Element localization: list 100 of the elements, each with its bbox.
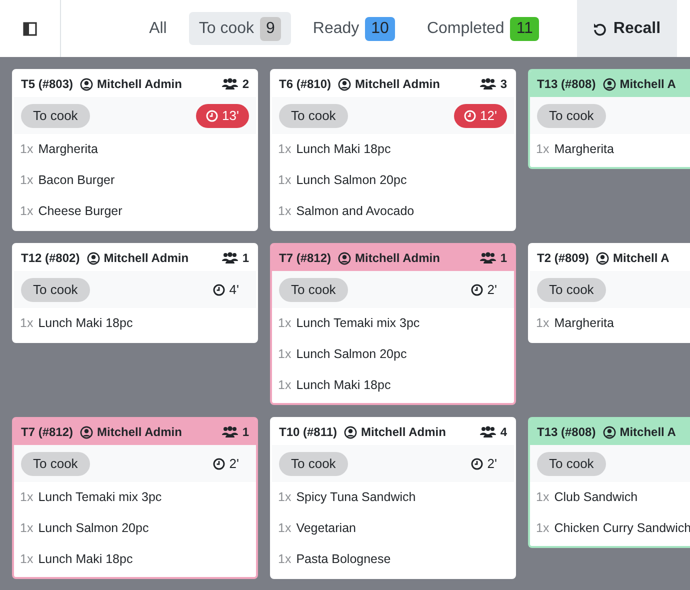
user-icon bbox=[338, 78, 352, 90]
item-quantity: 1x bbox=[278, 520, 292, 538]
item-name[interactable]: Lunch Temaki mix 3pc bbox=[296, 314, 420, 333]
order-card[interactable]: T7 (#812) Mitchell Admin 1 To cook 2' 1x Lunch Temaki mix 3pc 1x Lunch Salmon 20pc 1x Lunch Maki 18pc bbox=[12, 417, 258, 579]
table-label: T6 (#810) bbox=[279, 76, 332, 93]
filter-tab[interactable]: All bbox=[139, 12, 177, 45]
item-name[interactable]: Margherita bbox=[554, 140, 614, 159]
user-icon bbox=[80, 426, 94, 438]
item-quantity: 1x bbox=[536, 315, 550, 332]
elapsed-time: 4' bbox=[203, 278, 249, 302]
clock-icon bbox=[471, 284, 484, 296]
item-name[interactable]: Margherita bbox=[554, 314, 614, 333]
guest-count: 1 bbox=[242, 250, 249, 267]
order-card[interactable]: T13 (#808) Mitchell A To cook 1x Club Sandwich 1x Chicken Curry Sandwich bbox=[528, 417, 690, 548]
item-name[interactable]: Pasta Bolognese bbox=[296, 550, 391, 569]
item-quantity: 1x bbox=[278, 315, 292, 332]
item-quantity: 1x bbox=[20, 520, 34, 538]
status-pill[interactable]: To cook bbox=[21, 452, 90, 476]
order-card[interactable]: T13 (#808) Mitchell A To cook 1x Margherita bbox=[528, 69, 690, 169]
elapsed-time: 2' bbox=[203, 452, 249, 476]
user-icon bbox=[80, 78, 94, 90]
item-quantity: 1x bbox=[536, 489, 550, 506]
item-quantity: 1x bbox=[20, 551, 34, 568]
status-pill[interactable]: To cook bbox=[21, 104, 90, 128]
item-name[interactable]: Spicy Tuna Sandwich bbox=[296, 488, 416, 507]
sidebar-toggle-icon[interactable] bbox=[23, 22, 37, 36]
user-icon bbox=[86, 252, 100, 264]
item-name[interactable]: Bacon Burger bbox=[38, 171, 115, 190]
order-card[interactable]: T10 (#811) Mitchell Admin 4 To cook 2' 1x Spicy Tuna Sandwich 1x Vegetarian 1x Pasta Bolognese bbox=[270, 417, 516, 579]
item-name[interactable]: Cheese Burger bbox=[38, 202, 122, 221]
item-name[interactable]: Lunch Salmon 20pc bbox=[296, 345, 407, 364]
clock-icon bbox=[471, 458, 484, 470]
waiter-name: Mitchell Admin bbox=[104, 250, 189, 267]
item-name[interactable]: Club Sandwich bbox=[554, 488, 638, 507]
guest-count: 1 bbox=[500, 250, 507, 267]
recall-button[interactable]: Recall bbox=[577, 0, 677, 57]
table-label: T13 (#808) bbox=[537, 424, 596, 441]
order-card[interactable]: T7 (#812) Mitchell Admin 1 To cook 2' 1x Lunch Temaki mix 3pc 1x Lunch Salmon 20pc 1x Lunch Maki 18pc bbox=[270, 243, 516, 405]
waiter-name: Mitchell Admin bbox=[355, 250, 440, 267]
table-label: T2 (#809) bbox=[537, 250, 590, 267]
guest-count: 3 bbox=[500, 76, 507, 93]
elapsed-time: 2' bbox=[461, 278, 507, 302]
order-card[interactable]: T12 (#802) Mitchell Admin 1 To cook 4' 1x Lunch Maki 18pc bbox=[12, 243, 258, 343]
people-icon bbox=[480, 78, 496, 90]
guest-count: 2 bbox=[242, 76, 249, 93]
item-name[interactable]: Lunch Temaki mix 3pc bbox=[38, 488, 162, 507]
table-label: T7 (#812) bbox=[279, 250, 332, 267]
status-pill[interactable]: To cook bbox=[279, 104, 348, 128]
order-card[interactable]: T6 (#810) Mitchell Admin 3 To cook 12' 1x Lunch Maki 18pc 1x Lunch Salmon 20pc 1x Salmon and Avocado bbox=[270, 69, 516, 231]
elapsed-time: 2' bbox=[461, 452, 507, 476]
waiter-name: Mitchell Admin bbox=[97, 424, 182, 441]
clock-icon bbox=[464, 110, 476, 122]
status-pill[interactable]: To cook bbox=[537, 452, 606, 476]
item-name[interactable]: Lunch Salmon 20pc bbox=[38, 519, 149, 538]
timer-badge: 13' bbox=[196, 104, 249, 128]
count-badge: 10 bbox=[365, 16, 395, 40]
waiter-name: Mitchell Admin bbox=[355, 76, 440, 93]
people-icon bbox=[222, 426, 238, 438]
item-name[interactable]: Margherita bbox=[38, 140, 98, 159]
item-quantity: 1x bbox=[278, 489, 292, 506]
count-badge: 11 bbox=[510, 16, 539, 40]
filter-tab[interactable]: Completed 11 bbox=[416, 12, 549, 45]
item-name[interactable]: Lunch Salmon 20pc bbox=[296, 171, 407, 190]
filter-tab[interactable]: Ready 10 bbox=[302, 12, 405, 45]
timer-badge: 12' bbox=[454, 104, 507, 128]
user-icon bbox=[596, 252, 610, 264]
status-pill[interactable]: To cook bbox=[537, 104, 606, 128]
waiter-name: Mitchell Admin bbox=[97, 76, 182, 93]
filter-tab[interactable]: To cook 9 bbox=[188, 12, 291, 45]
item-quantity: 1x bbox=[278, 203, 292, 220]
clock-icon bbox=[206, 110, 218, 122]
status-pill[interactable]: To cook bbox=[279, 452, 348, 476]
table-label: T12 (#802) bbox=[21, 250, 80, 267]
item-name[interactable]: Lunch Maki 18pc bbox=[296, 376, 391, 395]
item-name[interactable]: Lunch Maki 18pc bbox=[296, 140, 391, 159]
people-icon bbox=[480, 252, 496, 264]
status-pill[interactable]: To cook bbox=[279, 278, 348, 302]
status-pill[interactable]: To cook bbox=[21, 278, 90, 302]
user-icon bbox=[602, 78, 616, 90]
waiter-name: Mitchell A bbox=[613, 250, 670, 267]
item-quantity: 1x bbox=[278, 377, 292, 394]
item-quantity: 1x bbox=[278, 551, 292, 568]
order-card[interactable]: T5 (#803) Mitchell Admin 2 To cook 13' 1x Margherita 1x Bacon Burger 1x Cheese Burger bbox=[12, 69, 258, 231]
order-card[interactable]: T2 (#809) Mitchell A To cook 1x Margherita bbox=[528, 243, 690, 343]
user-icon bbox=[344, 426, 358, 438]
user-icon bbox=[338, 252, 352, 264]
table-label: T13 (#808) bbox=[537, 76, 596, 93]
item-name[interactable]: Salmon and Avocado bbox=[296, 202, 414, 221]
guest-count: 4 bbox=[500, 424, 507, 441]
item-name[interactable]: Chicken Curry Sandwich bbox=[554, 519, 690, 538]
table-label: T10 (#811) bbox=[279, 424, 338, 441]
status-pill[interactable]: To cook bbox=[537, 278, 606, 302]
clock-icon bbox=[213, 458, 226, 470]
item-name[interactable]: Lunch Maki 18pc bbox=[38, 314, 133, 333]
item-quantity: 1x bbox=[278, 141, 292, 158]
table-label: T5 (#803) bbox=[21, 76, 74, 93]
item-name[interactable]: Lunch Maki 18pc bbox=[38, 550, 133, 569]
guest-count: 1 bbox=[242, 424, 249, 441]
item-name[interactable]: Vegetarian bbox=[296, 519, 356, 538]
count-badge: 9 bbox=[260, 16, 281, 40]
